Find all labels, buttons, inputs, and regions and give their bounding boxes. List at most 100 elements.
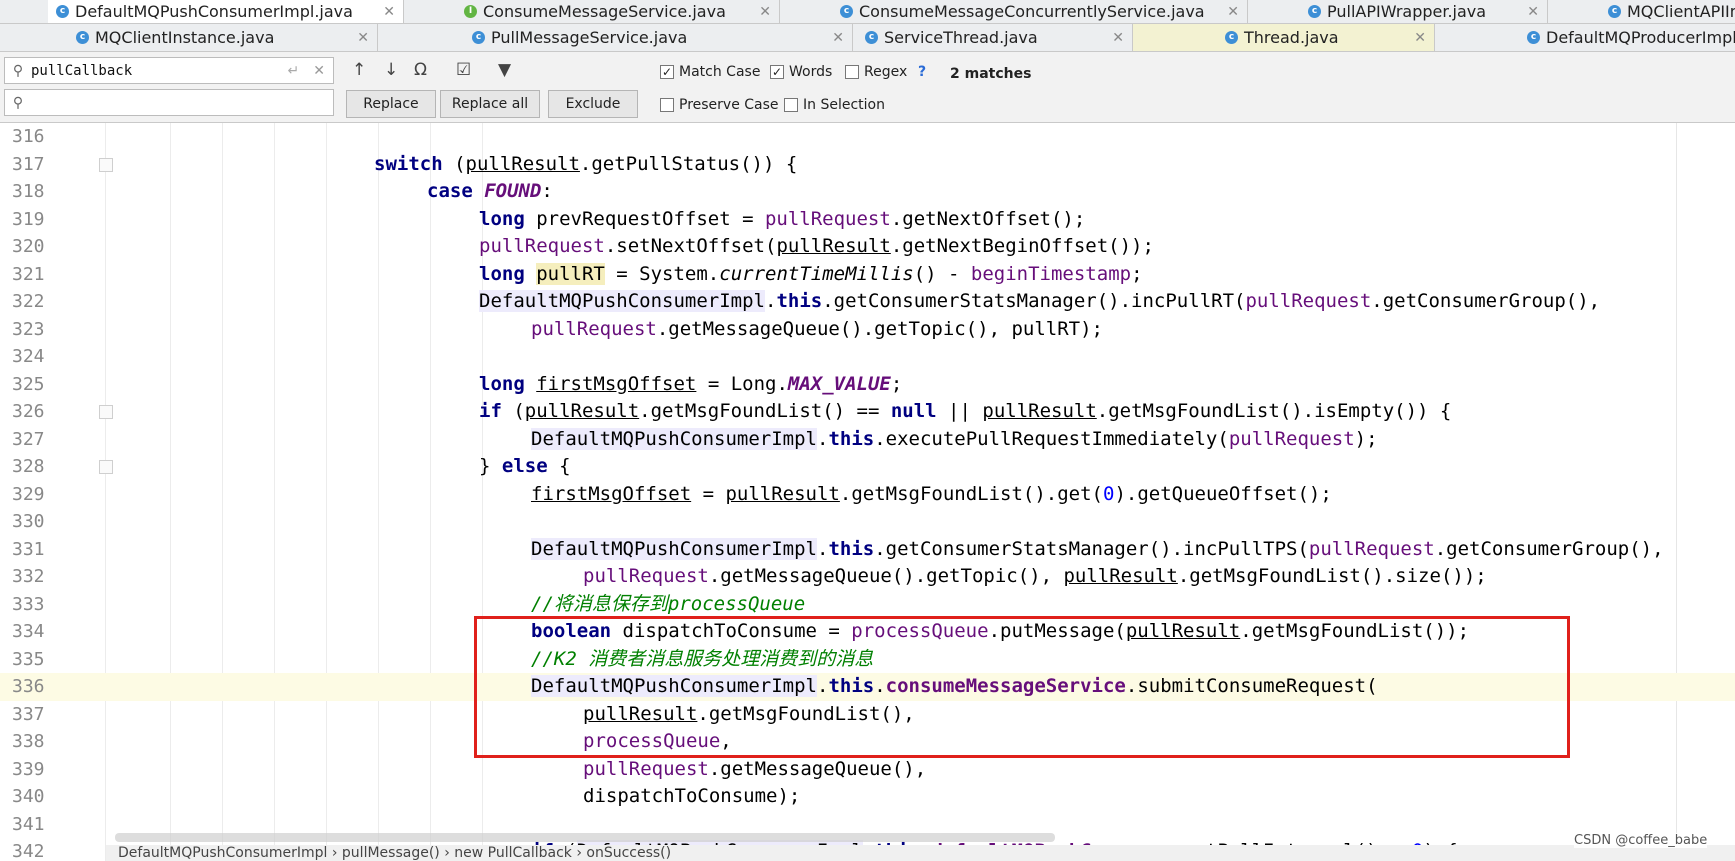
tab-defaultmqproducerimpl[interactable]: c DefaultMQProducerImpl.java — [1435, 24, 1735, 51]
close-icon[interactable]: ✕ — [832, 30, 844, 46]
line-number: 326 — [12, 401, 45, 422]
tab-consumemessageservice[interactable]: I ConsumeMessageService.java ✕ — [404, 0, 780, 23]
tab-defaultmqpushconsumerimpl[interactable]: c DefaultMQPushConsumerImpl.java ✕ — [48, 0, 404, 23]
match-case-checkbox[interactable]: ✓ Match Case — [660, 64, 760, 80]
tab-mqclientinstance[interactable]: c MQClientInstance.java ✕ — [0, 24, 378, 51]
line-number: 317 — [12, 153, 45, 175]
tab-servicethread[interactable]: c ServiceThread.java ✕ — [853, 24, 1133, 51]
tab-pullapiwrapper[interactable]: c PullAPIWrapper.java ✕ — [1248, 0, 1548, 23]
tab-label: DefaultMQProducerImpl.java — [1546, 28, 1735, 47]
line-number: 321 — [12, 263, 45, 285]
words-label: Words — [789, 64, 833, 80]
find-all-icon[interactable]: Ω — [414, 60, 427, 80]
line-number: 336 — [12, 676, 45, 697]
breadcrumb[interactable]: DefaultMQPushConsumerImpl › pullMessage(… — [106, 845, 1735, 861]
code-text: pullRequest.setNextOffset(pullResult.get… — [479, 235, 1154, 257]
code-line: 327 DefaultMQPushConsumerImpl.this.execu… — [0, 426, 1735, 454]
fold-marker-icon[interactable] — [99, 405, 113, 419]
code-line: 316 — [0, 123, 1735, 151]
replace-input[interactable]: ⚲ — [4, 89, 334, 116]
editor-tabs-row-2: c MQClientInstance.java ✕ c PullMessageS… — [0, 24, 1735, 52]
close-icon[interactable]: ✕ — [1527, 4, 1539, 20]
editor-tabs-row-1: c DefaultMQPushConsumerImpl.java ✕ I Con… — [0, 0, 1735, 24]
search-icon: ⚲ — [12, 94, 24, 111]
tab-label: ConsumeMessageService.java — [483, 2, 726, 21]
checkbox-checked-icon: ✓ — [660, 65, 674, 79]
line-number: 340 — [12, 786, 45, 807]
tab-label: PullMessageService.java — [491, 28, 688, 47]
tab-label: DefaultMQPushConsumerImpl.java — [75, 2, 353, 21]
tab-consumemessageconcurrentlyservice[interactable]: c ConsumeMessageConcurrentlyService.java… — [780, 0, 1248, 23]
code-text: DefaultMQPushConsumerImpl.this.getConsum… — [531, 537, 1664, 560]
code-line: 328 } else { — [0, 453, 1735, 481]
fold-marker-icon[interactable] — [99, 460, 113, 474]
code-text: case FOUND: — [427, 180, 553, 202]
search-icon[interactable]: ⚲ — [5, 63, 31, 79]
checkbox-checked-icon: ✓ — [770, 65, 784, 79]
exclude-button[interactable]: Exclude — [548, 90, 638, 118]
search-input-value: pullCallback — [31, 62, 133, 79]
tab-thread[interactable]: c Thread.java ✕ — [1133, 24, 1435, 51]
in-selection-label: In Selection — [803, 97, 885, 113]
line-number: 339 — [12, 758, 45, 780]
tab-mqclientapiimpl[interactable]: c MQClientAPIImpl — [1548, 0, 1735, 23]
clear-icon[interactable]: ✕ — [313, 63, 325, 79]
annotation-highlight-box — [474, 616, 1570, 758]
line-number: 325 — [12, 373, 45, 395]
line-number: 322 — [12, 291, 45, 312]
words-checkbox[interactable]: ✓ Words — [770, 64, 832, 80]
close-icon[interactable]: ✕ — [759, 4, 771, 20]
newline-icon[interactable]: ↵ — [288, 63, 300, 79]
code-text: long firstMsgOffset = Long.MAX_VALUE; — [479, 372, 903, 395]
class-icon: c — [1308, 5, 1321, 18]
in-selection-checkbox[interactable]: In Selection — [784, 97, 885, 113]
filter-icon[interactable]: ▼ — [498, 60, 511, 80]
close-icon[interactable]: ✕ — [383, 4, 395, 20]
checkbox-unchecked-icon — [845, 65, 859, 79]
replace-all-button[interactable]: Replace all — [440, 90, 540, 118]
code-text: switch (pullResult.getPullStatus()) { — [374, 152, 798, 175]
line-number: 319 — [12, 208, 45, 230]
class-icon: c — [1608, 5, 1621, 18]
line-number: 341 — [12, 813, 45, 835]
line-number: 316 — [12, 126, 45, 147]
replace-button[interactable]: Replace — [346, 90, 436, 118]
search-input[interactable]: ⚲ pullCallback ↵ ✕ — [4, 57, 334, 84]
code-line: 332 pullRequest.getMessageQueue().getTop… — [0, 563, 1735, 591]
regex-checkbox[interactable]: Regex — [845, 64, 907, 80]
code-line: 319 long prevRequestOffset = pullRequest… — [0, 206, 1735, 234]
tab-label: ServiceThread.java — [884, 28, 1038, 47]
preserve-case-checkbox[interactable]: Preserve Case — [660, 97, 779, 113]
tab-label: ConsumeMessageConcurrentlyService.java — [859, 2, 1205, 21]
close-icon[interactable]: ✕ — [357, 30, 369, 46]
class-icon: c — [472, 31, 485, 44]
code-text: DefaultMQPushConsumerImpl.this.getConsum… — [479, 290, 1601, 312]
code-text: pullRequest.getMessageQueue().getTopic()… — [583, 565, 1487, 587]
line-number: 332 — [12, 566, 45, 587]
match-case-label: Match Case — [679, 64, 761, 80]
code-line: 333 //将消息保存到processQueue — [0, 591, 1735, 619]
previous-occurrence-icon[interactable]: ↑ — [352, 60, 366, 80]
fold-marker-icon[interactable] — [99, 157, 113, 172]
next-occurrence-icon[interactable]: ↓ — [384, 60, 398, 80]
class-icon: c — [1225, 31, 1238, 44]
code-line: 318 case FOUND: — [0, 178, 1735, 206]
select-all-occurrences-icon[interactable]: ☑ — [456, 60, 471, 80]
line-number: 328 — [12, 456, 45, 477]
code-line: 330 — [0, 508, 1735, 536]
close-icon[interactable]: ✕ — [1414, 30, 1426, 46]
code-line: 324 — [0, 343, 1735, 371]
code-text: long prevRequestOffset = pullRequest.get… — [479, 207, 1086, 230]
code-text: DefaultMQPushConsumerImpl.this.executePu… — [531, 427, 1378, 450]
close-icon[interactable]: ✕ — [1227, 4, 1239, 20]
code-text: } else { — [479, 455, 571, 477]
regex-help-link[interactable]: ? — [918, 64, 926, 80]
code-line: 331 DefaultMQPushConsumerImpl.this.getCo… — [0, 536, 1735, 564]
horizontal-scrollbar[interactable] — [115, 833, 1055, 842]
code-line: 321 long pullRT = System.currentTimeMill… — [0, 261, 1735, 289]
close-icon[interactable]: ✕ — [1112, 30, 1124, 46]
tab-pullmessageservice[interactable]: c PullMessageService.java ✕ — [378, 24, 853, 51]
checkbox-unchecked-icon — [784, 98, 798, 112]
interface-icon: I — [464, 5, 477, 18]
code-text: pullRequest.getMessageQueue(), — [583, 757, 927, 780]
